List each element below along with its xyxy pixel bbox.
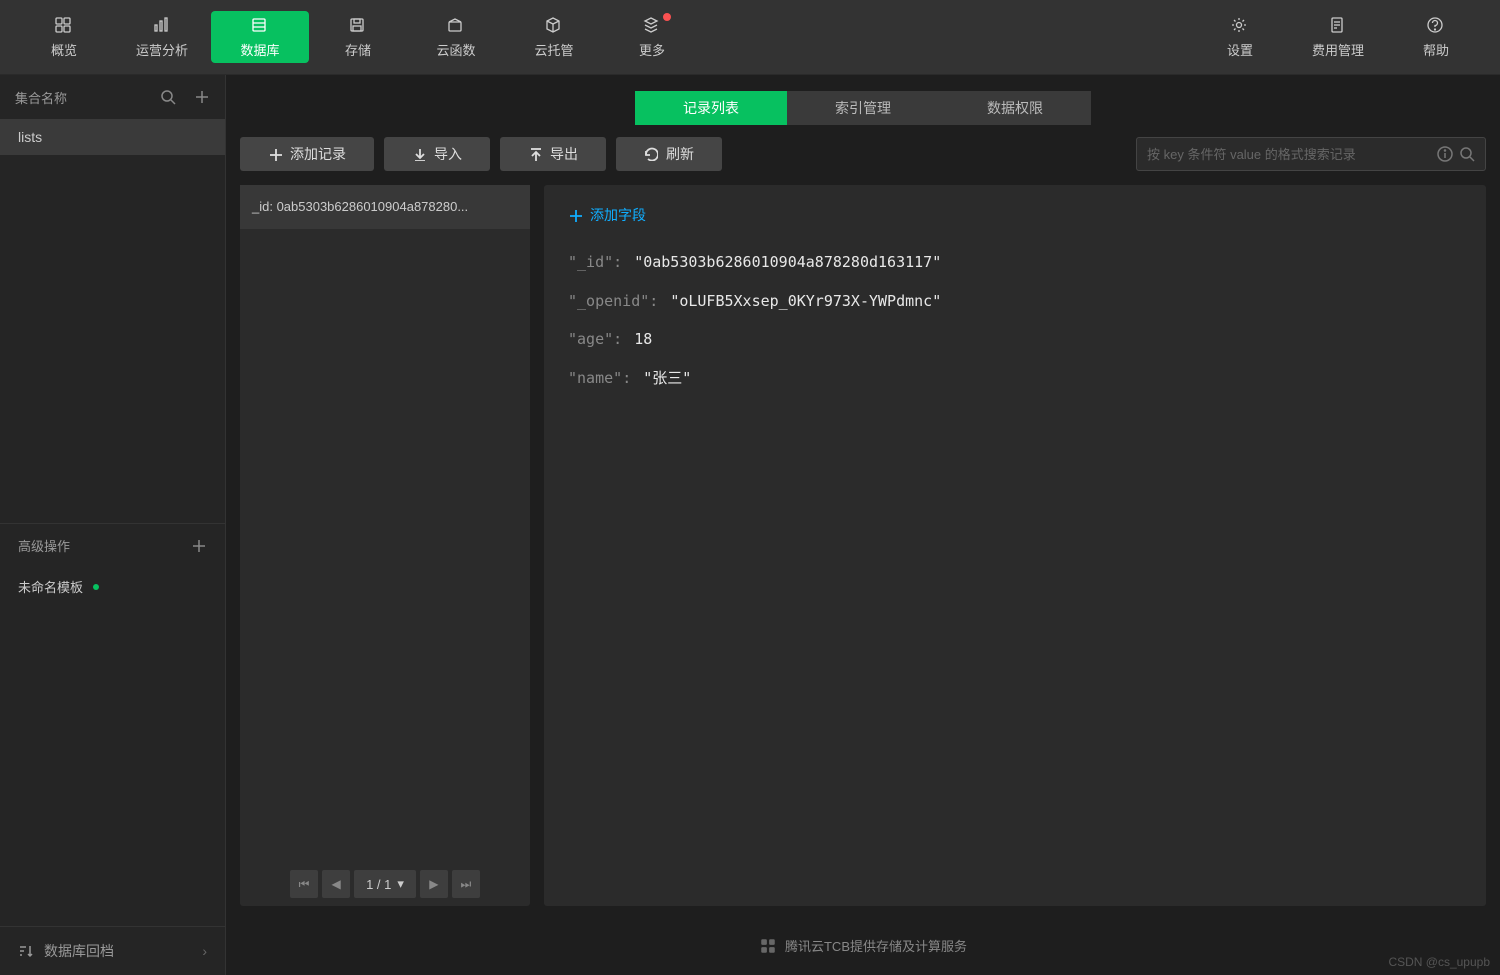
import-button[interactable]: 导入	[384, 137, 490, 171]
toolbar: 添加记录 导入 导出 刷新	[226, 135, 1500, 185]
tab[interactable]: 数据权限	[939, 91, 1091, 125]
record-detail: 添加字段 "_id":"0ab5303b6286010904a878280d16…	[544, 185, 1486, 906]
save-icon	[349, 16, 367, 36]
field-key: "name"	[568, 367, 622, 390]
content: 记录列表索引管理数据权限 添加记录 导入 导出 刷新	[226, 75, 1500, 975]
field-key: "_id"	[568, 251, 613, 274]
add-template-icon[interactable]	[191, 538, 207, 554]
field-value: "oLUFB5Xxsep_0KYr973X-YWPdmnc"	[670, 290, 941, 313]
import-label: 导入	[434, 144, 462, 164]
nav-label: 帮助	[1423, 40, 1449, 59]
export-button[interactable]: 导出	[500, 137, 606, 171]
refresh-button[interactable]: 刷新	[616, 137, 722, 171]
download-icon	[412, 147, 426, 161]
tab[interactable]: 索引管理	[787, 91, 939, 125]
nav-cloudrun[interactable]: 云托管	[505, 11, 603, 63]
add-collection-icon[interactable]	[194, 89, 210, 105]
chevron-right-icon: ›	[202, 943, 207, 959]
add-record-label: 添加记录	[290, 144, 346, 164]
template-item[interactable]: 未命名模板	[0, 567, 225, 606]
collections-label: 集合名称	[15, 88, 67, 107]
tab[interactable]: 记录列表	[635, 91, 787, 125]
box-icon	[447, 16, 465, 36]
collection-item[interactable]: lists	[0, 119, 225, 155]
nav-label: 数据库	[240, 40, 279, 59]
tencent-cloud-icon	[759, 937, 777, 955]
layers-icon	[643, 16, 661, 36]
nav-cloudfn[interactable]: 云函数	[407, 11, 505, 63]
export-label: 导出	[550, 144, 578, 164]
plus-icon	[568, 208, 582, 222]
page-first-button[interactable]: ⏮	[290, 870, 318, 898]
nav-label: 设置	[1227, 40, 1253, 59]
search-collection-icon[interactable]	[160, 89, 176, 105]
database-rollback[interactable]: 数据库回档 ›	[0, 926, 225, 975]
template-label: 未命名模板	[18, 577, 83, 596]
nav-help[interactable]: 帮助	[1387, 11, 1485, 63]
status-dot	[93, 584, 99, 590]
field-row[interactable]: "age":18	[568, 328, 1462, 351]
field-row[interactable]: "name":"张三"	[568, 367, 1462, 390]
sidebar-collections-header: 集合名称	[0, 75, 225, 119]
receipt-icon	[1329, 16, 1347, 36]
nav-more[interactable]: 更多	[603, 11, 701, 63]
field-row[interactable]: "_id":"0ab5303b6286010904a878280d163117"	[568, 251, 1462, 274]
refresh-icon	[644, 147, 658, 161]
content-footer: 腾讯云TCB提供存储及计算服务	[226, 916, 1500, 975]
footer-text: 腾讯云TCB提供存储及计算服务	[785, 936, 967, 955]
cube-icon	[545, 16, 563, 36]
rollback-label: 数据库回档	[44, 941, 114, 961]
nav-label: 更多	[639, 40, 665, 59]
field-value: 18	[634, 328, 652, 351]
page-last-button[interactable]: ⏭	[452, 870, 480, 898]
page-prev-button[interactable]: ◀	[322, 870, 350, 898]
advanced-label: 高级操作	[18, 536, 70, 555]
add-field-label: 添加字段	[590, 205, 646, 225]
search-box	[1136, 137, 1486, 171]
field-value: "张三"	[643, 367, 691, 390]
nav-storage[interactable]: 存储	[309, 11, 407, 63]
nav-label: 云托管	[534, 40, 573, 59]
nav-overview[interactable]: 概览	[15, 11, 113, 63]
field-row[interactable]: "_openid":"oLUFB5Xxsep_0KYr973X-YWPdmnc"	[568, 290, 1462, 313]
tabs: 记录列表索引管理数据权限	[635, 91, 1091, 125]
nav-analytics[interactable]: 运营分析	[113, 11, 211, 63]
page-info[interactable]: 1 / 1 ▾	[354, 870, 416, 898]
info-icon[interactable]	[1437, 146, 1453, 162]
nav-label: 存储	[345, 40, 371, 59]
page-next-button[interactable]: ▶	[420, 870, 448, 898]
database-icon	[251, 16, 269, 36]
nav-settings[interactable]: 设置	[1191, 11, 1289, 63]
nav-label: 概览	[51, 40, 77, 59]
field-value: "0ab5303b6286010904a878280d163117"	[634, 251, 941, 274]
top-nav: 概览 运营分析 数据库 存储 云函数	[0, 0, 1500, 75]
nav-database[interactable]: 数据库	[211, 11, 309, 63]
record-list: _id: 0ab5303b6286010904a878280... ⏮ ◀ 1 …	[240, 185, 530, 906]
add-field-button[interactable]: 添加字段	[568, 205, 1462, 225]
help-icon	[1427, 16, 1445, 36]
nav-billing[interactable]: 费用管理	[1289, 11, 1387, 63]
nav-label: 运营分析	[136, 40, 188, 59]
advanced-header: 高级操作	[0, 524, 225, 567]
upload-icon	[528, 147, 542, 161]
bar-chart-icon	[153, 16, 171, 36]
grid-icon	[55, 16, 73, 36]
watermark: CSDN @cs_upupb	[1388, 955, 1490, 969]
sort-icon	[18, 943, 34, 959]
sidebar: 集合名称 lists 高级操作 未命名模板 数据库回档 ›	[0, 75, 226, 975]
chevron-down-icon: ▾	[397, 876, 404, 892]
notification-dot	[663, 13, 671, 21]
refresh-label: 刷新	[666, 144, 694, 164]
field-key: "age"	[568, 328, 613, 351]
gear-icon	[1231, 16, 1249, 36]
nav-label: 云函数	[436, 40, 475, 59]
field-key: "_openid"	[568, 290, 649, 313]
add-record-button[interactable]: 添加记录	[240, 137, 374, 171]
pagination: ⏮ ◀ 1 / 1 ▾ ▶ ⏭	[240, 862, 530, 906]
record-item[interactable]: _id: 0ab5303b6286010904a878280...	[240, 185, 530, 229]
nav-label: 费用管理	[1312, 40, 1364, 59]
plus-icon	[268, 147, 282, 161]
search-icon[interactable]	[1459, 146, 1475, 162]
search-input[interactable]	[1147, 147, 1431, 162]
